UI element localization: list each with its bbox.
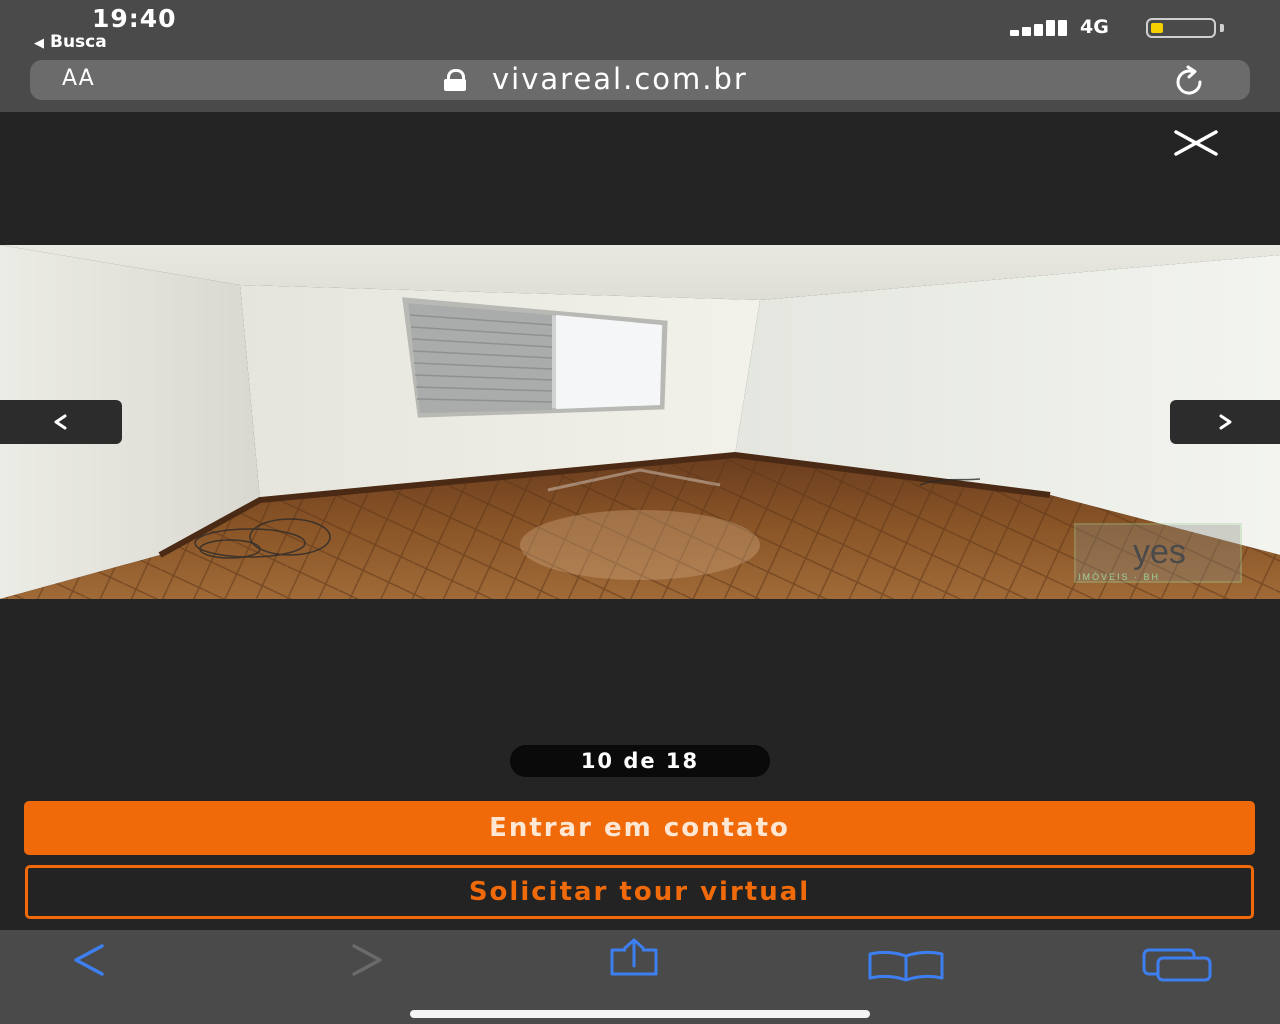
reload-icon[interactable] — [1172, 64, 1206, 98]
back-triangle-icon: ◀ — [34, 36, 44, 51]
close-icon[interactable] — [1172, 128, 1220, 158]
previous-photo-button[interactable] — [0, 400, 122, 444]
home-indicator[interactable] — [410, 1010, 870, 1018]
text-size-button[interactable]: AA — [62, 66, 95, 91]
address-bar[interactable]: AA vivareal.com.br — [30, 60, 1250, 100]
photo-counter: 10 de 18 — [510, 745, 770, 777]
back-arrow-icon[interactable] — [62, 938, 122, 982]
chevron-right-icon — [1219, 414, 1232, 430]
watermark-sub-text: IMÓVEIS · BH — [1078, 572, 1160, 582]
chevron-left-icon — [54, 414, 67, 430]
signal-icon — [1010, 20, 1068, 36]
virtual-tour-button[interactable]: Solicitar tour virtual — [25, 865, 1254, 919]
browser-bottom-toolbar — [0, 930, 1280, 1024]
share-icon[interactable] — [604, 938, 664, 982]
room-photo-illustration: yes IMÓVEIS · BH — [0, 245, 1280, 599]
back-app-label: Busca — [50, 32, 107, 52]
url-text[interactable]: vivareal.com.br — [492, 62, 748, 96]
forward-arrow-icon[interactable] — [336, 938, 396, 982]
property-photo: yes IMÓVEIS · BH — [0, 245, 1280, 599]
tabs-icon[interactable] — [1140, 938, 1214, 982]
lock-icon — [442, 69, 468, 91]
watermark-brand-text: yes — [1133, 533, 1186, 571]
contact-button[interactable]: Entrar em contato — [24, 801, 1255, 855]
back-to-app-link[interactable]: ◀ Busca — [34, 32, 107, 52]
battery-nub — [1220, 24, 1224, 32]
status-time: 19:40 — [92, 4, 177, 33]
book-icon[interactable] — [866, 938, 946, 982]
browser-top-chrome: 19:40 ◀ Busca 4G AA vivareal.com.br — [0, 0, 1280, 112]
next-photo-button[interactable] — [1170, 400, 1280, 444]
battery-icon — [1146, 18, 1216, 38]
battery-level-fill — [1151, 23, 1163, 33]
network-type: 4G — [1080, 16, 1109, 38]
